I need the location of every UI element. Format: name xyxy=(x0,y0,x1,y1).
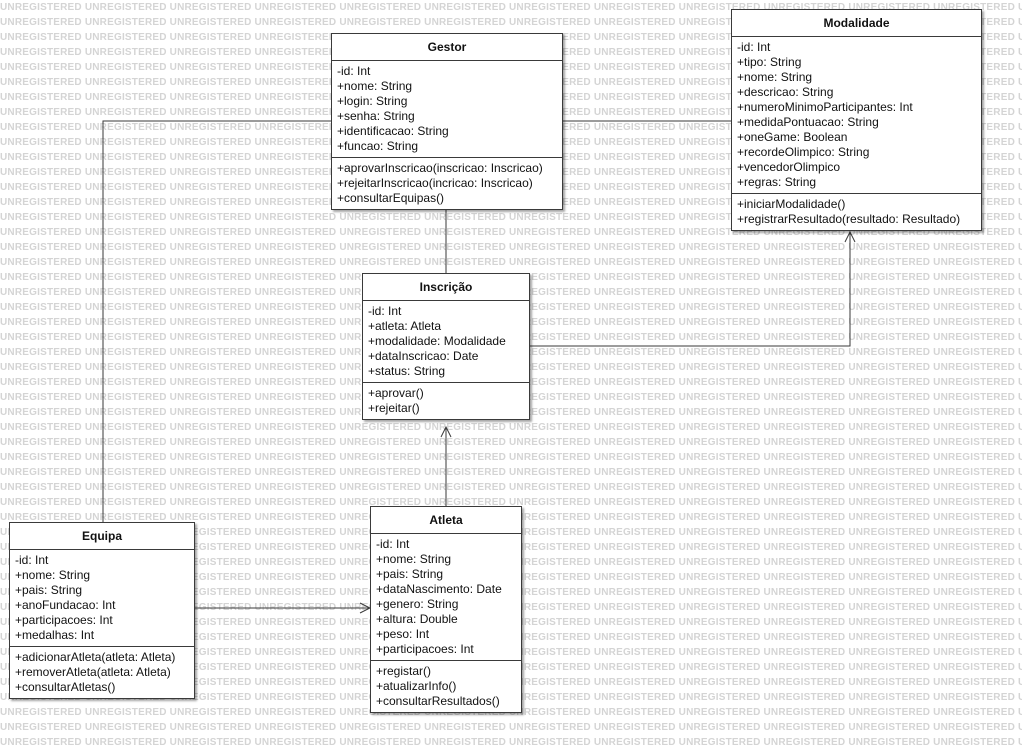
operation: +atualizarInfo() xyxy=(376,679,457,693)
attribute: +vencedorOlimpico xyxy=(737,160,841,174)
attribute: +numeroMinimoParticipantes: Int xyxy=(737,100,913,114)
attribute: +oneGame: Boolean xyxy=(737,130,848,144)
class-modalidade[interactable]: Modalidade -id: Int +tipo: String +nome:… xyxy=(731,9,982,231)
attribute: +participacoes: Int xyxy=(376,642,474,656)
operations-compartment: +aprovarInscricao(inscricao: Inscricao) … xyxy=(332,158,562,209)
attribute: +medalhas: Int xyxy=(15,628,95,642)
attribute: +funcao: String xyxy=(337,139,419,153)
attributes-compartment: -id: Int +nome: String +pais: String +an… xyxy=(10,550,194,647)
class-equipa[interactable]: Equipa -id: Int +nome: String +pais: Str… xyxy=(9,522,195,699)
attribute: +descricao: String xyxy=(737,85,834,99)
operation: +rejeitar() xyxy=(368,401,420,415)
attributes-compartment: -id: Int +tipo: String +nome: String +de… xyxy=(732,37,981,194)
operation: +consultarResultados() xyxy=(376,694,500,708)
attribute: -id: Int xyxy=(368,304,402,318)
operation: +removerAtleta(atleta: Atleta) xyxy=(15,665,171,679)
attribute: +genero: String xyxy=(376,597,459,611)
operations-compartment: +registar() +atualizarInfo() +consultarR… xyxy=(371,661,521,712)
operation: +registrarResultado(resultado: Resultado… xyxy=(737,212,961,226)
operation: +aprovarInscricao(inscricao: Inscricao) xyxy=(337,161,543,175)
attribute: -id: Int xyxy=(376,537,410,551)
attribute: +login: String xyxy=(337,94,408,108)
attribute: +pais: String xyxy=(376,567,444,581)
attribute: +dataNascimento: Date xyxy=(376,582,502,596)
operation: +iniciarModalidade() xyxy=(737,197,846,211)
operations-compartment: +iniciarModalidade() +registrarResultado… xyxy=(732,194,981,230)
attribute: +atleta: Atleta xyxy=(368,319,442,333)
operation: +registar() xyxy=(376,664,432,678)
operation: +adicionarAtleta(atleta: Atleta) xyxy=(15,650,176,664)
attribute: +participacoes: Int xyxy=(15,613,113,627)
attribute: -id: Int xyxy=(737,40,771,54)
attribute: +recordeOlimpico: String xyxy=(737,145,870,159)
attribute: -id: Int xyxy=(15,553,49,567)
attribute: -id: Int xyxy=(337,64,371,78)
attributes-compartment: -id: Int +nome: String +login: String +s… xyxy=(332,61,562,158)
attribute: +nome: String xyxy=(337,79,413,93)
attribute: +anoFundacao: Int xyxy=(15,598,116,612)
class-name: Gestor xyxy=(332,34,562,61)
operations-compartment: +adicionarAtleta(atleta: Atleta) +remove… xyxy=(10,647,194,698)
attribute: +medidaPontuacao: String xyxy=(737,115,879,129)
operation: +rejeitarInscricao(incricao: Inscricao) xyxy=(337,176,533,190)
class-gestor[interactable]: Gestor -id: Int +nome: String +login: St… xyxy=(331,33,563,210)
class-atleta[interactable]: Atleta -id: Int +nome: String +pais: Str… xyxy=(370,506,522,713)
line-inscricao-modalidade xyxy=(530,232,850,347)
operation: +consultarEquipas() xyxy=(337,191,445,205)
attribute: +tipo: String xyxy=(737,55,802,69)
attribute: +peso: Int xyxy=(376,627,430,641)
attribute: +dataInscricao: Date xyxy=(368,349,479,363)
operation: +consultarAtletas() xyxy=(15,680,116,694)
class-inscricao[interactable]: Inscrição -id: Int +atleta: Atleta +moda… xyxy=(362,273,530,420)
operation: +aprovar() xyxy=(368,386,424,400)
class-name: Inscrição xyxy=(363,274,529,301)
attribute: +nome: String xyxy=(15,568,91,582)
class-name: Equipa xyxy=(10,523,194,550)
attribute: +regras: String xyxy=(737,175,817,189)
attributes-compartment: -id: Int +nome: String +pais: String +da… xyxy=(371,534,521,661)
operations-compartment: +aprovar() +rejeitar() xyxy=(363,383,529,419)
attribute: +pais: String xyxy=(15,583,83,597)
attribute: +modalidade: Modalidade xyxy=(368,334,506,348)
class-name: Modalidade xyxy=(732,10,981,37)
attribute: +senha: String xyxy=(337,109,415,123)
attribute: +identificacao: String xyxy=(337,124,449,138)
attribute: +status: String xyxy=(368,364,446,378)
line-equipa-gestor xyxy=(102,120,331,522)
attribute: +nome: String xyxy=(376,552,452,566)
class-name: Atleta xyxy=(371,507,521,534)
attribute: +nome: String xyxy=(737,70,813,84)
attribute: +altura: Double xyxy=(376,612,458,626)
attributes-compartment: -id: Int +atleta: Atleta +modalidade: Mo… xyxy=(363,301,529,383)
